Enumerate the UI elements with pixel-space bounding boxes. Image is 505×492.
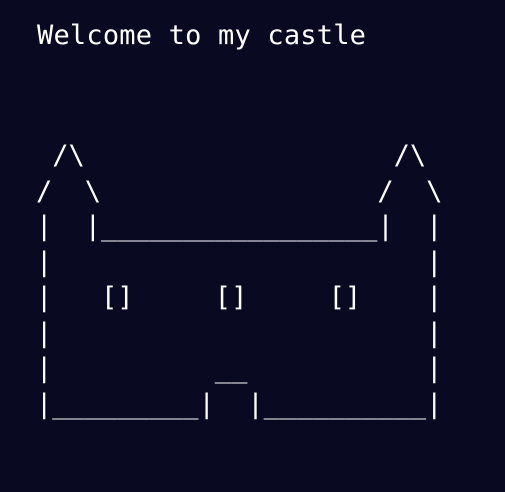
castle-line-8: |_________| |__________| <box>36 388 443 420</box>
castle-ascii-art: /\ /\ / \ / \ | |_________________| | | … <box>36 138 442 422</box>
castle-line-6: | | <box>36 317 443 349</box>
castle-line-2: / \ / \ <box>36 175 443 207</box>
castle-line-1: /\ /\ <box>36 140 427 171</box>
castle-line-5: | [] [] [] | <box>36 282 443 313</box>
castle-line-3: | |_________________| | <box>36 211 443 242</box>
welcome-message: Welcome to my castle <box>37 20 367 51</box>
castle-line-4: | | <box>36 246 443 278</box>
castle-line-7: | __ | <box>36 353 443 384</box>
terminal-window: Welcome to my castle /\ /\ / \ / \ | |__… <box>0 0 505 492</box>
